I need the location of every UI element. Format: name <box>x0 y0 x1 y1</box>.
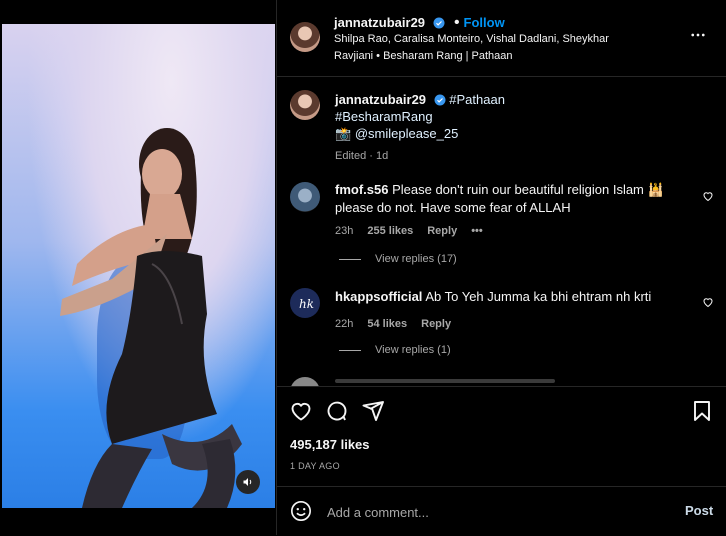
comment-like-button[interactable] <box>702 295 714 313</box>
caption: jannatzubair29 #Pathaan #BesharamRang 📸 … <box>335 91 695 162</box>
post-media <box>0 0 276 535</box>
save-button[interactable] <box>690 399 714 428</box>
likes-count[interactable]: 495,187 likes <box>290 437 370 452</box>
dancer-figure <box>60 128 242 508</box>
comment-body: fmof.s56 Please don't ruin our beautiful… <box>335 181 680 217</box>
view-replies-button[interactable]: View replies (1) <box>339 344 451 356</box>
commenter-avatar[interactable] <box>290 377 320 386</box>
comment-like-button[interactable] <box>702 189 714 207</box>
verified-badge-icon <box>433 17 445 29</box>
comment-username[interactable]: hkappsofficial <box>335 289 422 304</box>
comments-list[interactable]: jannatzubair29 #Pathaan #BesharamRang 📸 … <box>277 77 726 386</box>
paper-plane-icon <box>362 401 384 421</box>
view-replies-label: View replies (17) <box>375 253 457 265</box>
caption-line-1: jannatzubair29 #Pathaan <box>335 91 695 108</box>
comment-item: fmof.s56 Please don't ruin our beautiful… <box>335 181 680 237</box>
comment-likes[interactable]: 54 likes <box>367 318 407 330</box>
audio-attribution[interactable]: Shilpa Rao, Caralisa Monteiro, Vishal Da… <box>334 31 634 65</box>
reel-video[interactable] <box>2 24 275 508</box>
hashtag-pathaan[interactable]: #Pathaan <box>449 92 505 107</box>
post-comment-button[interactable]: Post <box>685 503 713 518</box>
caption-line-3: 📸 @smileplease_25 <box>335 125 695 142</box>
speaker-icon <box>243 478 252 486</box>
post-timestamp[interactable]: 1 DAY AGO <box>290 461 340 471</box>
post-header: jannatzubair29 • Follow Shilpa Rao, Caral… <box>277 0 726 77</box>
replies-line <box>339 349 361 351</box>
share-button[interactable] <box>361 399 385 428</box>
caption-author-avatar[interactable] <box>290 90 320 120</box>
replies-line <box>339 258 361 260</box>
reply-button[interactable]: Reply <box>427 225 457 237</box>
caption-meta: Edited · 1d <box>335 150 389 162</box>
author-username[interactable]: jannatzubair29 <box>334 15 425 30</box>
mute-toggle-button[interactable] <box>236 470 260 494</box>
clipped-comment <box>335 379 555 383</box>
view-replies-label: View replies (1) <box>375 344 451 356</box>
comment-text: Ab To Yeh Jumma ka bhi ehtram nh krti <box>425 289 652 304</box>
more-horizontal-icon <box>691 33 705 37</box>
heart-icon <box>703 298 713 308</box>
comment-bubble-icon <box>327 401 347 421</box>
author-row: jannatzubair29 • Follow <box>334 14 505 32</box>
view-replies-button[interactable]: View replies (17) <box>339 253 457 265</box>
add-comment-bar: Post <box>277 486 726 536</box>
caption-username[interactable]: jannatzubair29 <box>335 92 426 107</box>
smiley-icon <box>291 501 311 521</box>
camera-emoji: 📸 <box>335 126 352 141</box>
credit-mention[interactable]: @smileplease_25 <box>355 126 459 141</box>
svg-text:hk: hk <box>299 297 314 311</box>
comment-meta: 22h 54 likes Reply <box>335 318 680 330</box>
comment-input[interactable] <box>325 501 659 523</box>
comment-time[interactable]: 23h <box>335 225 353 237</box>
post-actions: 495,187 likes 1 DAY AGO <box>277 386 726 487</box>
comment-meta: 23h 255 likes Reply ••• <box>335 225 680 237</box>
hk-logo-icon: hk <box>299 297 314 311</box>
bookmark-icon <box>694 401 710 421</box>
comment-button[interactable] <box>325 399 349 428</box>
post-details-panel: jannatzubair29 • Follow Shilpa Rao, Caral… <box>277 0 726 535</box>
comment-username[interactable]: fmof.s56 <box>335 182 388 197</box>
post-options-button[interactable] <box>689 26 707 49</box>
comment-body: hkappsofficial Ab To Yeh Jumma ka bhi eh… <box>335 288 680 306</box>
comment-likes[interactable]: 255 likes <box>367 225 413 237</box>
commenter-avatar[interactable]: hk <box>290 288 320 318</box>
caption-line-2: #BesharamRang <box>335 108 695 125</box>
commenter-avatar[interactable] <box>290 182 320 212</box>
emoji-picker-button[interactable] <box>290 500 312 527</box>
separator-dot: • <box>453 14 460 31</box>
comment-item: hkappsofficial Ab To Yeh Jumma ka bhi eh… <box>335 288 680 330</box>
author-avatar[interactable] <box>290 22 320 52</box>
like-button[interactable] <box>289 399 313 428</box>
reply-button[interactable]: Reply <box>421 318 451 330</box>
comment-options-button[interactable]: ••• <box>471 225 483 237</box>
verified-badge-icon <box>434 94 446 106</box>
heart-icon <box>291 402 311 421</box>
follow-button[interactable]: Follow <box>464 15 505 30</box>
hashtag-besharamrang[interactable]: #BesharamRang <box>335 109 433 124</box>
comment-time[interactable]: 22h <box>335 318 353 330</box>
heart-icon <box>703 192 713 202</box>
